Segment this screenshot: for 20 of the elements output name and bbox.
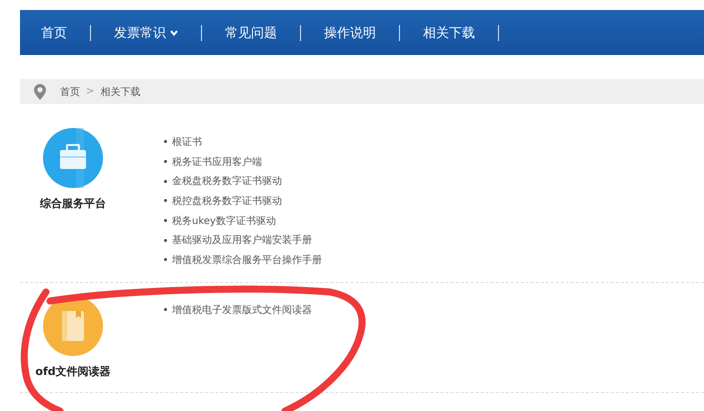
download-link[interactable]: 税务ukey数字证书驱动: [172, 214, 276, 228]
nav-link[interactable]: 首页: [40, 24, 68, 42]
briefcase-icon: [43, 128, 103, 188]
location-pin-icon: [34, 84, 46, 100]
nav-link[interactable]: 发票常识: [113, 24, 179, 42]
download-link[interactable]: 增值税电子发票版式文件阅读器: [172, 302, 312, 317]
download-link[interactable]: 增值税发票综合服务平台操作手册: [172, 252, 322, 267]
breadcrumb-separator: >: [86, 86, 94, 97]
nav-link[interactable]: 相关下载: [422, 24, 476, 42]
nav-link[interactable]: 常见问题: [224, 24, 278, 42]
download-link[interactable]: 税控盘税务数字证书驱动: [172, 194, 282, 208]
section-title: ofd文件阅读器: [35, 364, 111, 379]
download-link[interactable]: 税务证书应用客户端: [172, 154, 262, 169]
nav-link[interactable]: 操作说明: [323, 24, 377, 42]
section-title: 综合服务平台: [40, 196, 106, 211]
download-link[interactable]: 金税盘税务数字证书驱动: [172, 174, 282, 188]
download-link[interactable]: 根证书: [172, 134, 202, 149]
breadcrumb-link[interactable]: 首页: [60, 84, 80, 98]
download-link[interactable]: 基础驱动及应用客户端安装手册: [172, 233, 312, 248]
breadcrumb-current: 相关下载: [100, 86, 140, 98]
